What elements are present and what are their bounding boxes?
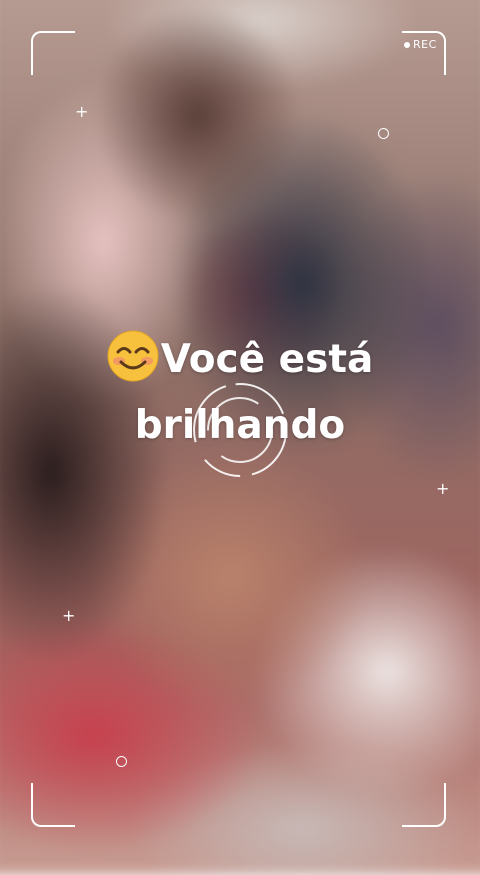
caption-line-2: brilhando [134,403,346,448]
record-indicator: REC [404,38,437,51]
ring-sparkle-icon [116,756,127,767]
caption-line-1: Você está [40,330,440,398]
caption-text: Você está brilhando [40,330,440,454]
viewfinder-corner-bottom-left [31,783,75,827]
caption-line-1-text: Você está [160,337,374,382]
smiling-face-icon [107,330,159,398]
viewfinder-corner-bottom-right [402,783,446,827]
plus-sparkle-icon: + [62,606,76,625]
plus-sparkle-icon: + [75,102,89,121]
ring-sparkle-icon [378,128,389,139]
record-label: REC [413,38,437,51]
record-dot-icon [404,41,410,48]
plus-sparkle-icon: + [436,479,450,498]
viewfinder-corner-top-left [31,31,75,75]
